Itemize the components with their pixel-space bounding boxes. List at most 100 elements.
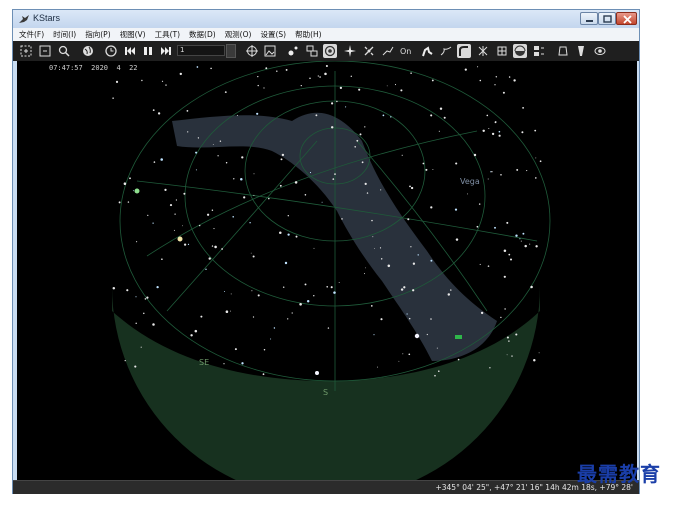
clock-display: 07:47:57 2020 4 22 [49,64,138,72]
star [364,273,365,275]
star [438,130,440,132]
star [281,153,285,157]
star [438,370,440,372]
star [504,308,506,310]
menu-help[interactable]: 帮助(H) [295,29,322,40]
menu-time[interactable]: 时间(I) [53,29,76,40]
satellites-icon[interactable] [362,44,376,58]
star [430,318,432,320]
clock-icon[interactable] [104,44,118,58]
star [350,75,352,77]
star [256,112,259,115]
comets-icon[interactable] [343,44,357,58]
menu-view[interactable]: 视图(V) [120,29,146,40]
star [402,353,404,355]
star [186,110,189,112]
star [319,76,321,78]
hips-icon[interactable] [495,44,509,58]
star [152,109,155,111]
stars-toggle-icon[interactable] [286,44,300,58]
star [478,203,481,205]
deep-sky-object [455,335,462,339]
milky-way-icon[interactable] [439,44,453,58]
star [509,258,513,261]
star [241,362,244,365]
star [123,182,127,185]
menu-tools[interactable]: 工具(T) [155,29,180,40]
horizon-toggle-icon[interactable] [245,44,259,58]
equatorial-grid-icon[interactable] [457,44,471,58]
star [364,126,366,128]
filter-icon[interactable] [556,44,570,58]
star [279,231,282,234]
star [341,218,343,220]
planets-toggle-icon[interactable] [323,44,337,58]
eye-icon[interactable] [593,44,607,58]
find-object-icon[interactable] [57,44,71,58]
menu-pointing[interactable]: 指向(P) [85,29,110,40]
star [252,316,255,318]
label-vega: Vega [460,177,480,186]
time-step-field[interactable]: 1 [177,45,225,56]
star [412,289,415,292]
compass-s: S [323,388,328,397]
milky-way [172,112,497,361]
supernova-icon[interactable] [574,44,588,58]
zoom-out-icon[interactable] [38,44,52,58]
star [140,346,142,348]
menu-settings[interactable]: 设置(S) [260,29,286,40]
star [195,151,198,154]
image-icon[interactable] [263,44,277,58]
star [379,247,382,249]
globe-icon[interactable] [81,44,95,58]
clock-date: 2020 4 22 [91,64,138,72]
star [467,193,469,195]
star [473,153,477,157]
constellation-art-icon[interactable] [420,44,434,58]
star [464,68,467,71]
menu-data[interactable]: 数据(D) [189,29,216,40]
star [366,192,369,194]
minimize-button[interactable] [580,12,598,25]
star [520,240,522,242]
horizontal-grid-icon[interactable] [476,44,490,58]
star [127,201,130,203]
star [257,84,259,87]
menu-bar: 文件(F) 时间(I) 指向(P) 视图(V) 工具(T) 数据(D) 观测(O… [13,28,639,41]
star [361,161,364,164]
star [250,252,252,254]
menu-file[interactable]: 文件(F) [19,29,44,40]
star [325,64,328,68]
zoom-in-icon[interactable] [19,44,33,58]
star [326,285,329,288]
star [224,91,227,93]
step-forward-icon[interactable] [159,44,173,58]
menu-observation[interactable]: 观测(O) [225,29,252,40]
close-button[interactable] [616,12,637,25]
star [430,206,433,209]
star [287,318,289,320]
deep-sky-toggle-icon[interactable] [305,44,319,58]
time-step-spinner[interactable] [226,44,236,58]
star [183,243,187,246]
step-back-icon[interactable] [123,44,137,58]
star [273,327,276,329]
sky-map[interactable]: Vega SE S 07:47:57 2020 4 22 [17,61,637,480]
constellation-lines-icon[interactable] [381,44,395,58]
watermark-logo: 最需教育 [577,462,661,486]
star [285,68,288,71]
star [380,258,383,260]
star [450,289,452,291]
minimize-icon [586,20,593,22]
telescope-icon[interactable] [532,44,546,58]
star [112,97,114,99]
maximize-button[interactable] [598,12,616,25]
star [284,261,288,265]
constellation-names-icon[interactable]: On [400,44,414,58]
star [332,178,335,180]
pause-icon[interactable] [141,44,155,58]
star [147,214,149,217]
star [535,245,538,248]
ground-toggle-icon[interactable] [513,44,527,58]
star [498,134,501,137]
